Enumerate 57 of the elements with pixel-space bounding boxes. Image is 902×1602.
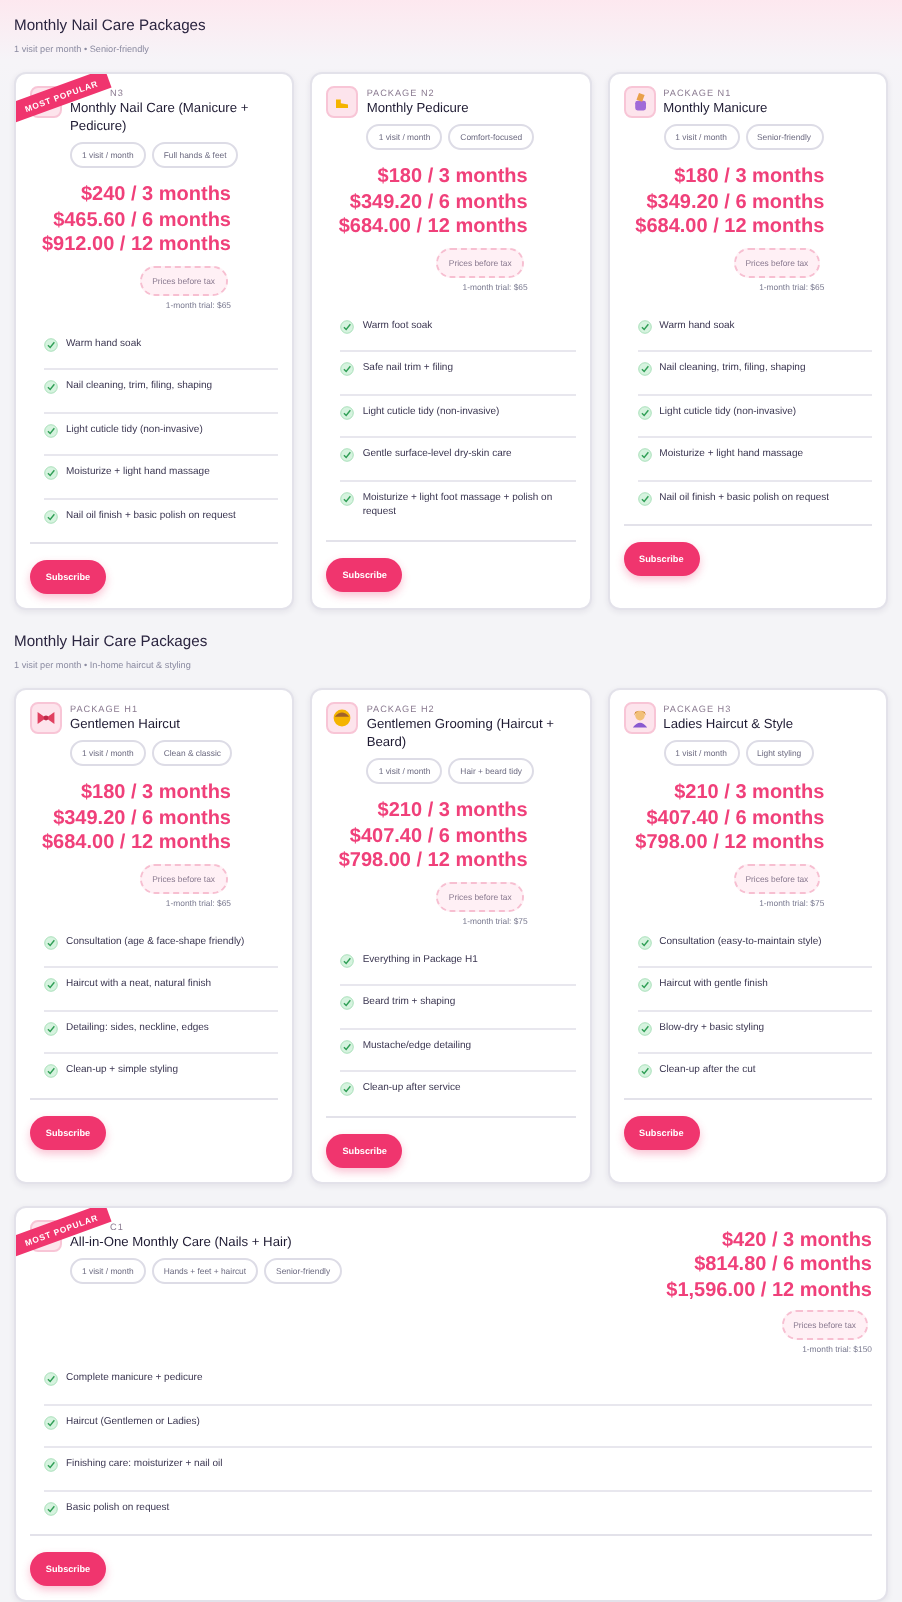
price-text: $349.20 / 6 months — [53, 807, 231, 832]
check-icon — [44, 1501, 58, 1516]
price-text: $798.00 / 12 months — [338, 850, 528, 875]
check-icon — [637, 362, 652, 377]
check-icon — [44, 380, 58, 395]
price-text: $240 / 3 months — [80, 184, 231, 209]
check-icon — [637, 935, 652, 950]
price-text: $210 / 3 months — [377, 800, 528, 825]
check-icon — [637, 448, 652, 463]
price-text: $798.00 / 12 months — [635, 832, 825, 857]
check-icon — [340, 448, 355, 463]
nail-polish-icon — [623, 86, 656, 118]
price-text: $407.40 / 6 months — [646, 807, 825, 832]
check-icon — [637, 319, 652, 334]
foot-icon — [326, 86, 359, 118]
price-text: $684.00 / 12 months — [635, 216, 825, 241]
check-icon — [44, 1372, 58, 1387]
bow-icon — [30, 702, 62, 734]
check-icon — [44, 509, 58, 524]
check-icon — [340, 1082, 355, 1097]
price-text: $1,596.00 / 12 months — [666, 1279, 872, 1304]
check-icon — [340, 491, 355, 506]
price-text: $210 / 3 months — [674, 782, 825, 807]
check-icon — [44, 978, 58, 993]
check-icon — [44, 1064, 58, 1079]
price-text: $349.20 / 6 months — [349, 191, 528, 216]
price-text: $684.00 / 12 months — [42, 832, 231, 857]
price-text: $407.40 / 6 months — [349, 825, 528, 850]
check-icon — [44, 1415, 58, 1430]
check-icon — [637, 491, 652, 506]
check-icon — [44, 423, 58, 438]
check-icon — [637, 1064, 652, 1079]
check-icon — [340, 319, 355, 334]
check-icon — [340, 362, 355, 377]
price-text: $465.60 / 6 months — [53, 209, 231, 234]
check-icon — [44, 466, 58, 481]
price-text: $814.80 / 6 months — [694, 1254, 872, 1279]
price-text: $180 / 3 months — [80, 782, 231, 807]
check-icon — [44, 337, 58, 352]
check-icon — [44, 1021, 58, 1036]
price-text: $420 / 3 months — [721, 1229, 872, 1254]
check-icon — [637, 1021, 652, 1036]
check-icon — [44, 1458, 58, 1473]
price-text: $912.00 / 12 months — [42, 234, 231, 259]
price-text: $684.00 / 12 months — [338, 216, 528, 241]
hairdo-icon — [623, 702, 656, 734]
face-icon — [326, 702, 359, 734]
price-text: $349.20 / 6 months — [646, 191, 825, 216]
check-icon — [340, 953, 355, 968]
check-icon — [340, 1039, 355, 1054]
check-icon — [44, 935, 58, 950]
check-icon — [637, 978, 652, 993]
check-icon — [340, 996, 355, 1011]
price-text: $180 / 3 months — [377, 166, 528, 191]
check-icon — [340, 405, 355, 420]
check-icon — [637, 405, 652, 420]
price-text: $180 / 3 months — [674, 166, 825, 191]
